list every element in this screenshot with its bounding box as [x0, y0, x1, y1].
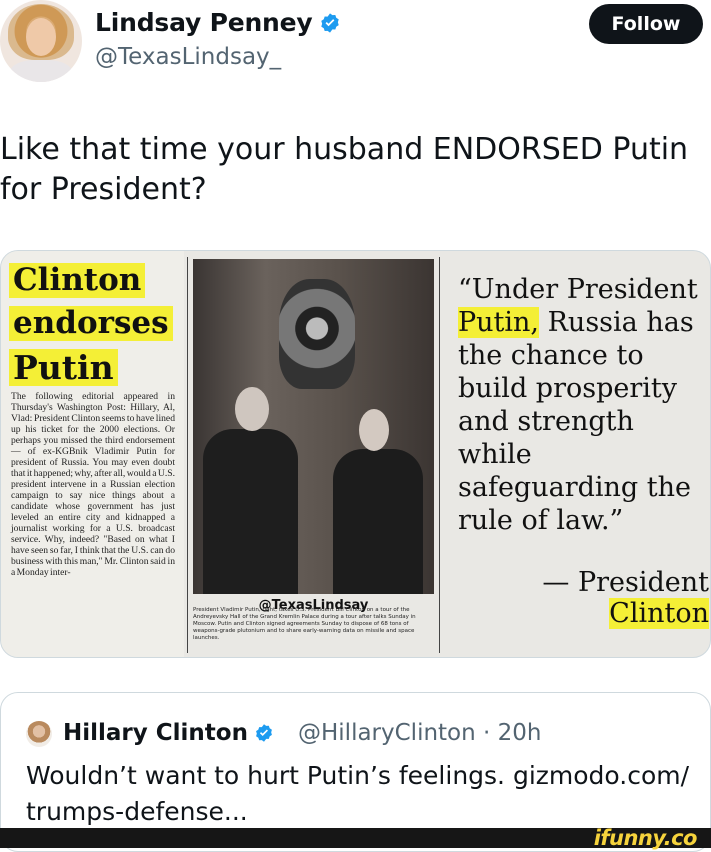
headline-line-1: Clinton [9, 263, 146, 298]
photo-figure-right [333, 449, 423, 594]
double-headed-eagle-crest [279, 279, 355, 389]
quoted-author-handle[interactable]: @HillaryClinton · 20h [298, 720, 542, 746]
avatar-face [26, 18, 56, 56]
news-photo [193, 259, 434, 594]
column-divider [439, 257, 440, 653]
ifunny-watermark: ifunny.co [593, 826, 698, 850]
attribution-line-1: — President [542, 567, 709, 598]
photo-caption: President Vladimir Putin, right, takes U… [193, 607, 416, 641]
pull-quote: “Under President Putin, Russia has the c… [458, 273, 708, 537]
quoted-author-name-row[interactable]: Hillary Clinton [63, 720, 274, 746]
author-name-row[interactable]: Lindsay Penney [95, 8, 341, 37]
pull-quote-start: “Under President [458, 274, 698, 305]
quoted-tweet-text: Wouldn’t want to hurt Putin’s feelings. … [26, 761, 690, 826]
author-handle[interactable]: @TexasLindsay_ [95, 44, 281, 70]
headline-line-2: endorses [9, 306, 173, 341]
article-body: The following editorial appeared in Thur… [11, 391, 175, 578]
verified-badge-icon [256, 724, 272, 742]
tweet-text: Like that time your husband ENDORSED Put… [0, 132, 689, 207]
avatar-shirt [10, 60, 72, 82]
photo-figure-left [203, 429, 298, 594]
verified-badge-icon [320, 13, 339, 33]
tweet-media-image[interactable]: Clinton endorses Putin The following edi… [0, 250, 711, 658]
author-name[interactable]: Lindsay Penney [95, 8, 313, 37]
pull-quote-end: Russia has the chance to build prosperit… [458, 307, 694, 536]
follow-button[interactable]: Follow [589, 4, 703, 44]
photo-figure-left-head [235, 387, 269, 431]
quote-attribution: — President Clinton [441, 567, 709, 629]
attribution-line-2: Clinton [609, 598, 709, 629]
author-avatar[interactable] [0, 0, 82, 82]
column-divider [187, 257, 188, 653]
article-column: Clinton endorses Putin The following edi… [1, 251, 184, 657]
quoted-author-avatar[interactable] [26, 721, 52, 747]
photo-figure-right-head [359, 409, 389, 451]
headline-line-3: Putin [9, 349, 118, 386]
quoted-author-name[interactable]: Hillary Clinton [63, 720, 248, 746]
pull-quote-highlight: Putin, [458, 307, 540, 338]
